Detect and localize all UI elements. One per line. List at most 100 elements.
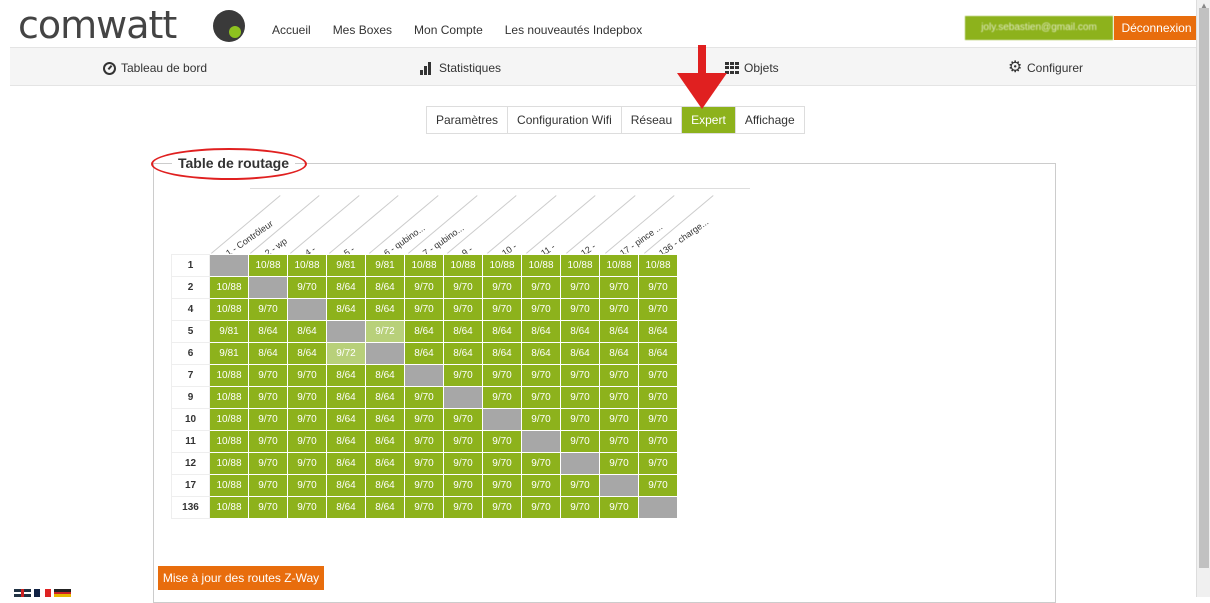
user-email-button[interactable]: joly.sebastien@gmail.com xyxy=(965,16,1113,40)
table-cell: 9/81 xyxy=(365,254,405,277)
topnav-mon-compte[interactable]: Mon Compte xyxy=(414,23,483,37)
table-cell: 10/88 xyxy=(209,430,249,453)
page-scrollbar[interactable]: ▲ xyxy=(1196,0,1210,597)
main-nav: Tableau de bord Statistiques Objets ⚙ Co… xyxy=(10,47,1196,86)
scrollbar-thumb[interactable] xyxy=(1199,8,1209,568)
table-cell: 10/88 xyxy=(248,254,288,277)
table-cell: 9/70 xyxy=(404,430,444,453)
table-cell: 9/70 xyxy=(638,364,678,387)
table-cell: 9/70 xyxy=(521,276,561,299)
table-cell: 8/64 xyxy=(287,320,327,343)
table-cell: 9/70 xyxy=(599,276,639,299)
table-cell: 9/70 xyxy=(248,474,288,497)
table-cell: 9/70 xyxy=(638,430,678,453)
table-cell: 10/88 xyxy=(287,254,327,277)
table-cell: 9/70 xyxy=(443,496,483,519)
table-cell: 9/70 xyxy=(404,276,444,299)
table-cell: 8/64 xyxy=(560,342,600,365)
table-cell: 8/64 xyxy=(638,342,678,365)
nav-statistiques[interactable]: Statistiques xyxy=(420,61,501,75)
table-cell: 9/70 xyxy=(443,452,483,475)
table-cell xyxy=(482,408,522,431)
topnav-accueil[interactable]: Accueil xyxy=(272,23,311,37)
nav-tableau-de-bord[interactable]: Tableau de bord xyxy=(103,61,207,75)
table-cell xyxy=(560,452,600,475)
table-cell: 8/64 xyxy=(326,408,366,431)
table-cell: 8/64 xyxy=(248,342,288,365)
tab-affichage[interactable]: Affichage xyxy=(735,107,804,133)
table-cell: 9/70 xyxy=(443,474,483,497)
table-row: 136 10/88 9/70 9/70 8/64 8/64 9/70 9/70 9/70 9/70… xyxy=(171,496,678,519)
table-row: 4 10/88 9/70 8/64 8/64 9/70 9/70 9/70 9/70 9/70 9/… xyxy=(171,298,678,321)
row-header: 2 xyxy=(171,276,210,299)
table-cell: 9/81 xyxy=(326,254,366,277)
table-cell: 9/81 xyxy=(209,342,249,365)
table-cell: 10/88 xyxy=(599,254,639,277)
table-cell: 10/88 xyxy=(638,254,678,277)
table-cell: 9/70 xyxy=(404,474,444,497)
logout-button[interactable]: Déconnexion xyxy=(1114,16,1199,40)
flag-de-icon[interactable] xyxy=(54,589,71,597)
table-cell: 10/88 xyxy=(521,254,561,277)
tab-expert[interactable]: Expert xyxy=(682,107,736,133)
topnav-nouveautes[interactable]: Les nouveautés Indepbox xyxy=(505,23,642,37)
table-cell: 9/70 xyxy=(521,386,561,409)
table-cell: 10/88 xyxy=(209,386,249,409)
row-header: 12 xyxy=(171,452,210,475)
annotation-arrow-icon xyxy=(677,45,727,109)
table-cell: 8/64 xyxy=(326,276,366,299)
table-cell: 9/70 xyxy=(443,276,483,299)
table-cell: 8/64 xyxy=(287,342,327,365)
table-cell: 9/70 xyxy=(287,364,327,387)
table-row: 12 10/88 9/70 9/70 8/64 8/64 9/70 9/70 9/70 9/70 9… xyxy=(171,452,678,475)
tab-configuration-wifi[interactable]: Configuration Wifi xyxy=(508,107,622,133)
table-cell: 9/70 xyxy=(248,364,288,387)
table-cell xyxy=(404,364,444,387)
row-header: 17 xyxy=(171,474,210,497)
flag-uk-icon[interactable] xyxy=(14,589,31,597)
tab-reseau[interactable]: Réseau xyxy=(621,107,683,133)
table-cell: 9/70 xyxy=(638,408,678,431)
topnav-mes-boxes[interactable]: Mes Boxes xyxy=(333,23,392,37)
row-header: 10 xyxy=(171,408,210,431)
table-cell: 9/70 xyxy=(287,496,327,519)
table-cell xyxy=(248,276,288,299)
table-cell: 8/64 xyxy=(443,342,483,365)
row-header: 6 xyxy=(171,342,210,365)
row-header: 136 xyxy=(171,496,210,519)
table-cell: 9/70 xyxy=(560,496,600,519)
table-row: 1 10/88 10/88 9/81 9/81 10/88 10/88 10/88 10/88 1… xyxy=(171,254,678,277)
tab-parametres[interactable]: Paramètres xyxy=(427,107,509,133)
table-cell: 9/70 xyxy=(521,298,561,321)
table-cell: 9/70 xyxy=(482,496,522,519)
table-cell: 9/70 xyxy=(287,452,327,475)
table-cell: 8/64 xyxy=(560,320,600,343)
nav-label: Tableau de bord xyxy=(121,61,208,75)
table-cell: 8/64 xyxy=(599,320,639,343)
table-cell: 9/70 xyxy=(248,496,288,519)
brand-logo[interactable]: comwatt xyxy=(18,5,177,45)
flag-fr-icon[interactable] xyxy=(34,589,51,597)
table-row: 17 10/88 9/70 9/70 8/64 8/64 9/70 9/70 9/70 9/70 9… xyxy=(171,474,678,497)
nav-configurer[interactable]: ⚙ Configurer xyxy=(1008,59,1083,76)
table-cell: 8/64 xyxy=(521,342,561,365)
table-cell: 9/70 xyxy=(443,408,483,431)
routing-table: 1 10/88 10/88 9/81 9/81 10/88 10/88 10/88 10/88 1… xyxy=(171,254,678,519)
table-cell: 8/64 xyxy=(365,496,405,519)
annotation-circle xyxy=(151,148,307,180)
table-cell: 8/64 xyxy=(326,452,366,475)
update-routes-button[interactable]: Mise à jour des routes Z-Way xyxy=(158,566,324,590)
row-header: 1 xyxy=(171,254,210,277)
table-cell: 9/81 xyxy=(209,320,249,343)
table-cell: 8/64 xyxy=(365,408,405,431)
table-row: 7 10/88 9/70 9/70 8/64 8/64 9/70 9/70 9/70 9/70 9/… xyxy=(171,364,678,387)
table-cell: 8/64 xyxy=(599,342,639,365)
table-cell: 9/70 xyxy=(248,386,288,409)
table-row: 11 10/88 9/70 9/70 8/64 8/64 9/70 9/70 9/70 9/70 9… xyxy=(171,430,678,453)
nav-objets[interactable]: Objets xyxy=(725,61,779,75)
table-cell: 9/70 xyxy=(482,386,522,409)
table-cell: 9/72 xyxy=(326,342,366,365)
table-cell: 9/70 xyxy=(638,452,678,475)
table-row: 5 9/81 8/64 8/64 9/72 8/64 8/64 8/64 8/64 8/64 8/6… xyxy=(171,320,678,343)
gear-icon: ⚙ xyxy=(1008,59,1023,76)
